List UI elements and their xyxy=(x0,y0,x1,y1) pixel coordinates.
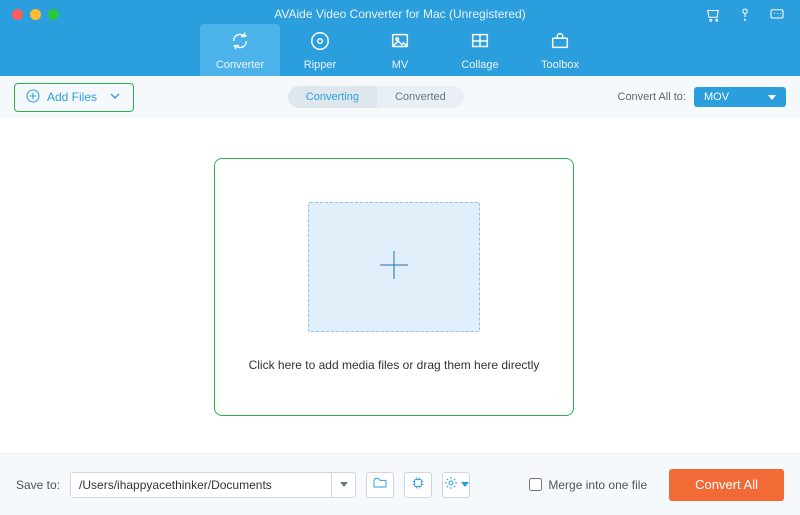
add-files-button[interactable]: Add Files xyxy=(14,83,134,112)
seg-converted[interactable]: Converted xyxy=(377,86,464,108)
format-value: MOV xyxy=(704,91,729,103)
folder-open-icon xyxy=(372,475,388,494)
settings-button[interactable] xyxy=(442,472,470,498)
picture-icon xyxy=(389,30,411,55)
tab-mv[interactable]: MV xyxy=(360,24,440,76)
drop-zone[interactable] xyxy=(308,202,480,332)
tab-converter[interactable]: Converter xyxy=(200,24,280,76)
conversion-status-tabs: Converting Converted xyxy=(288,86,464,108)
tab-label: MV xyxy=(392,59,409,71)
tab-ripper[interactable]: Ripper xyxy=(280,24,360,76)
convert-all-to-label: Convert All to: xyxy=(618,91,686,103)
open-folder-button[interactable] xyxy=(366,472,394,498)
sub-toolbar: Add Files Converting Converted Convert A… xyxy=(0,76,800,118)
chevron-down-icon xyxy=(107,88,123,107)
collage-icon xyxy=(469,30,491,55)
chevron-down-icon xyxy=(768,95,776,100)
footer-bar: Save to: Merge into one file Convert All xyxy=(0,453,800,515)
merge-checkbox[interactable]: Merge into one file xyxy=(529,478,647,492)
app-title: AVAide Video Converter for Mac (Unregist… xyxy=(0,7,800,21)
refresh-icon xyxy=(229,30,251,55)
save-path-combo xyxy=(70,472,356,498)
drop-frame: Click here to add media files or drag th… xyxy=(214,158,574,416)
chevron-down-icon xyxy=(461,482,469,487)
convert-all-to: Convert All to: MOV xyxy=(618,87,786,107)
chevron-down-icon xyxy=(340,482,348,487)
chip-icon xyxy=(410,475,426,494)
hardware-accel-button[interactable] xyxy=(404,472,432,498)
convert-all-button[interactable]: Convert All xyxy=(669,469,784,501)
gear-icon xyxy=(443,475,459,494)
tab-label: Ripper xyxy=(304,59,336,71)
seg-converting[interactable]: Converting xyxy=(288,86,377,108)
tab-toolbox[interactable]: Toolbox xyxy=(520,24,600,76)
save-path-input[interactable] xyxy=(71,473,331,497)
output-format-select[interactable]: MOV xyxy=(694,87,786,107)
merge-checkbox-input[interactable] xyxy=(529,478,542,491)
plus-icon xyxy=(374,245,414,290)
tab-collage[interactable]: Collage xyxy=(440,24,520,76)
plus-circle-icon xyxy=(25,88,41,107)
toolbox-icon xyxy=(549,30,571,55)
merge-label: Merge into one file xyxy=(548,478,647,492)
main-area: Click here to add media files or drag th… xyxy=(0,118,800,453)
disc-icon xyxy=(309,30,331,55)
add-files-label: Add Files xyxy=(47,90,97,104)
main-tabs: Converter Ripper MV Collage Toolbox xyxy=(0,24,800,76)
tab-label: Converter xyxy=(216,59,264,71)
save-to-label: Save to: xyxy=(16,478,60,492)
drop-hint: Click here to add media files or drag th… xyxy=(249,358,540,372)
title-bar: AVAide Video Converter for Mac (Unregist… xyxy=(0,0,800,76)
tab-label: Toolbox xyxy=(541,59,579,71)
save-path-dropdown[interactable] xyxy=(331,473,355,497)
tab-label: Collage xyxy=(461,59,498,71)
